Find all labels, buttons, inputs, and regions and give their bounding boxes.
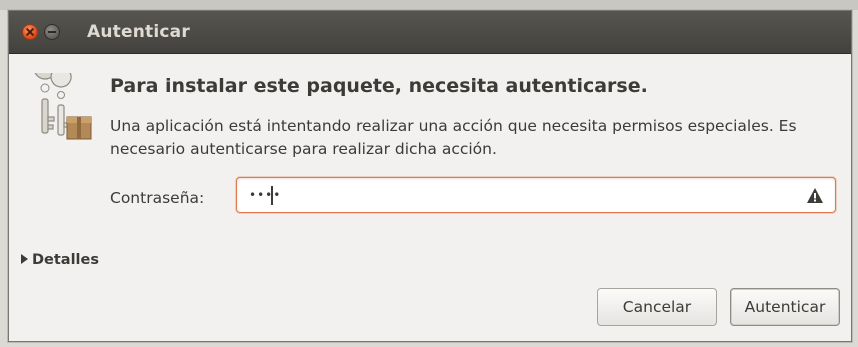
dialog-heading: Para instalar este paquete, necesita aut… bbox=[110, 75, 648, 97]
title-bar[interactable]: Autenticar bbox=[9, 11, 851, 54]
expander-arrow-icon bbox=[21, 254, 28, 264]
password-field[interactable]: •••• bbox=[236, 177, 836, 213]
cancel-button[interactable]: Cancelar bbox=[597, 288, 717, 326]
details-label: Detalles bbox=[32, 252, 99, 268]
password-masked-value: •••• bbox=[249, 188, 282, 202]
close-window-button[interactable] bbox=[22, 24, 38, 40]
window-title: Autenticar bbox=[87, 22, 190, 42]
details-expander[interactable]: Detalles bbox=[21, 252, 99, 268]
password-label: Contraseña: bbox=[110, 189, 205, 207]
authenticate-button[interactable]: Autenticar bbox=[730, 288, 840, 326]
minimize-window-button[interactable] bbox=[44, 24, 60, 40]
text-cursor bbox=[271, 186, 273, 205]
background-window-strip bbox=[0, 0, 858, 10]
warning-icon bbox=[806, 187, 824, 204]
dialog-message: Una aplicación está intentando realizar … bbox=[110, 117, 797, 158]
keys-authentication-icon bbox=[31, 56, 93, 145]
authentication-dialog: Autenticar Para instalar este paquete, n… bbox=[8, 10, 852, 342]
